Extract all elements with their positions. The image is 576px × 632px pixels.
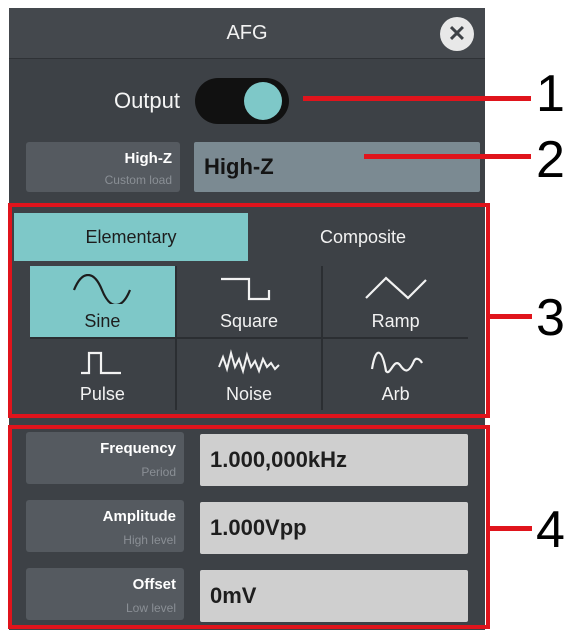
annotation-box-parameters <box>8 425 490 629</box>
close-icon[interactable]: ✕ <box>440 17 474 51</box>
toggle-knob <box>244 82 282 120</box>
load-value-field[interactable]: High-Z <box>194 142 480 192</box>
load-button-sublabel: Custom load <box>104 173 172 187</box>
load-button[interactable]: High-Z Custom load <box>26 142 180 192</box>
output-toggle[interactable] <box>195 78 289 124</box>
callout-line-4 <box>490 526 532 531</box>
callout-number-2: 2 <box>536 131 565 189</box>
load-button-label: High-Z <box>124 150 172 167</box>
output-label: Output <box>113 88 180 113</box>
callout-line-3 <box>490 314 532 319</box>
callout-number-1: 1 <box>536 65 565 123</box>
window-title: AFG <box>226 22 268 44</box>
callout-line-1 <box>303 96 531 101</box>
title-bar: AFG <box>9 8 485 59</box>
callout-number-3: 3 <box>536 289 565 347</box>
annotation-box-waveforms <box>8 203 490 418</box>
callout-line-2 <box>364 154 531 159</box>
callout-number-4: 4 <box>536 501 565 559</box>
